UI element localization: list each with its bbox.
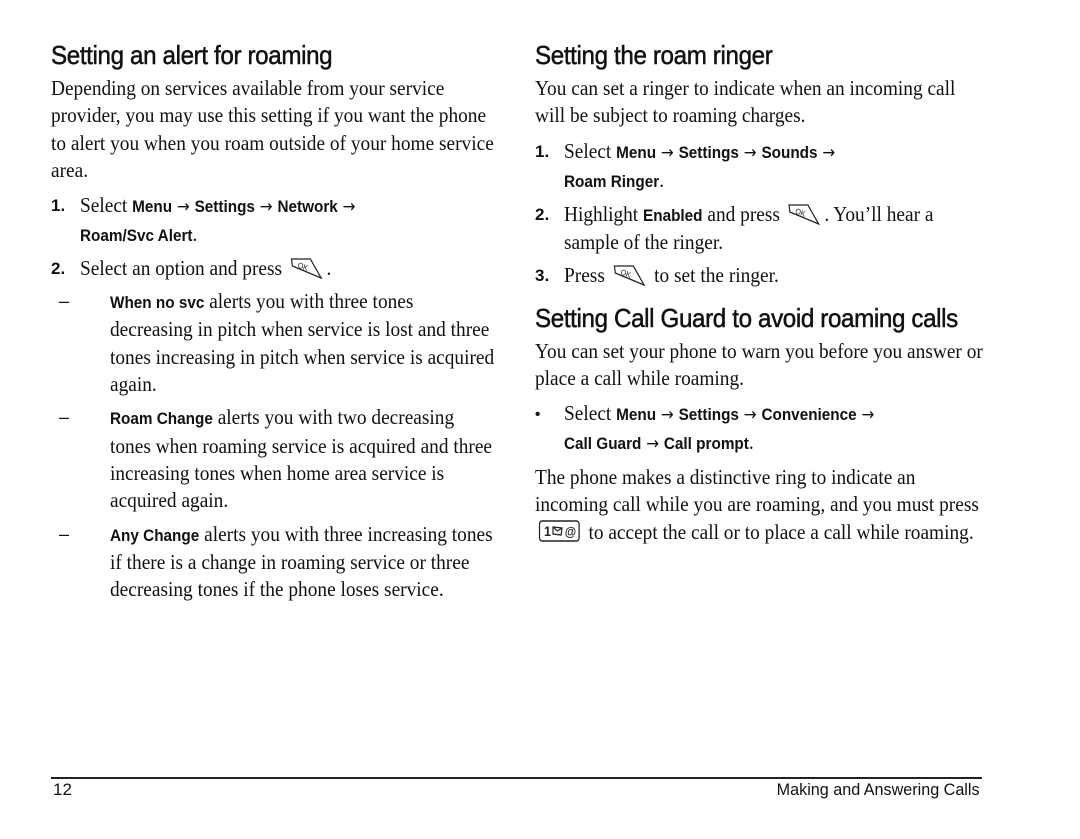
menu-path-item: Network bbox=[277, 197, 338, 217]
option-when-no-svc: – When no svc alerts you with three tone… bbox=[59, 289, 495, 397]
roaming-alert-step-2: 2. Select an option and press OK . bbox=[51, 256, 332, 281]
svg-text:@: @ bbox=[565, 524, 576, 539]
call-guard-bullet: • Select Menu → Settings → Convenience →… bbox=[535, 401, 875, 455]
arrow-icon: → bbox=[743, 405, 757, 426]
ok-key-icon: OK bbox=[290, 258, 323, 280]
bullet-icon: • bbox=[535, 406, 541, 424]
arrow-icon: → bbox=[660, 405, 674, 426]
roam-ringer-intro: You can set a ringer to indicate when an… bbox=[535, 76, 956, 128]
option-name: Roam Change bbox=[110, 409, 213, 429]
menu-path-item: Settings bbox=[194, 197, 255, 217]
step-number: 1. bbox=[535, 141, 550, 161]
roam-ringer-step-2: 2. Highlight Enabled and press OK . You’… bbox=[535, 201, 934, 254]
menu-path-item: Roam Ringer bbox=[564, 171, 660, 191]
roam-ringer-step-1: 1. Select Menu → Settings → Sounds → Roa… bbox=[535, 138, 836, 192]
roam-ringer-step-3: 3. Press OK to set the ringer. bbox=[535, 262, 779, 287]
option-roam-change: – Roam Change alerts you with two decrea… bbox=[59, 405, 493, 513]
ok-key-icon: OK bbox=[613, 264, 646, 286]
ok-key-icon: OK bbox=[788, 203, 821, 225]
menu-path-item: Call Guard bbox=[564, 434, 642, 454]
step-number: 3. bbox=[535, 265, 550, 285]
menu-path-item: Sounds bbox=[761, 142, 818, 162]
page-number: 12 bbox=[53, 780, 72, 799]
arrow-icon: → bbox=[822, 142, 836, 163]
menu-path-item: Menu bbox=[616, 405, 657, 425]
roaming-alert-step-1: 1. Select Menu → Settings → Network → Ro… bbox=[51, 193, 356, 247]
left-column: Setting an alert for roaming Depending o… bbox=[51, 40, 496, 609]
arrow-icon: → bbox=[176, 197, 190, 218]
menu-path-item: Menu bbox=[616, 142, 657, 162]
section-heading-roam-ringer: Setting the roam ringer bbox=[535, 40, 773, 71]
option-name: When no svc bbox=[110, 293, 205, 313]
option-enabled: Enabled bbox=[643, 205, 703, 225]
svg-text:OK: OK bbox=[794, 206, 807, 219]
chapter-title: Making and Answering Calls bbox=[777, 780, 980, 799]
step-number: 2. bbox=[535, 204, 550, 224]
arrow-icon: → bbox=[342, 197, 356, 218]
arrow-icon: → bbox=[646, 434, 660, 455]
svg-text:OK: OK bbox=[297, 260, 310, 273]
svg-text:1: 1 bbox=[544, 523, 552, 539]
menu-path-item: Convenience bbox=[761, 405, 857, 425]
footer-divider bbox=[51, 777, 982, 779]
menu-path-item: Settings bbox=[678, 405, 739, 425]
svg-text:OK: OK bbox=[619, 267, 632, 280]
arrow-icon: → bbox=[743, 142, 757, 163]
menu-path-item: Roam/Svc Alert bbox=[80, 226, 193, 246]
arrow-icon: → bbox=[259, 197, 273, 218]
menu-path-item: Call prompt bbox=[663, 434, 749, 454]
call-guard-description: The phone makes a distinctive ring to in… bbox=[535, 465, 979, 544]
section-heading-roaming-alert: Setting an alert for roaming bbox=[51, 40, 333, 71]
option-name: Any Change bbox=[110, 525, 200, 545]
option-any-change: – Any Change alerts you with three incre… bbox=[59, 521, 493, 602]
right-column: Setting the roam ringer You can set a ri… bbox=[535, 40, 985, 554]
arrow-icon: → bbox=[861, 405, 875, 426]
step-number: 2. bbox=[51, 259, 66, 279]
one-voicemail-key-icon: 1 @ bbox=[538, 520, 580, 542]
call-guard-intro: You can set your phone to warn you befor… bbox=[535, 338, 983, 390]
menu-path-item: Settings bbox=[678, 142, 739, 162]
section-heading-call-guard: Setting Call Guard to avoid roaming call… bbox=[535, 302, 959, 333]
arrow-icon: → bbox=[660, 142, 674, 163]
step-number: 1. bbox=[51, 196, 66, 216]
roaming-alert-intro: Depending on services available from you… bbox=[51, 76, 494, 182]
menu-path-item: Menu bbox=[132, 197, 173, 217]
